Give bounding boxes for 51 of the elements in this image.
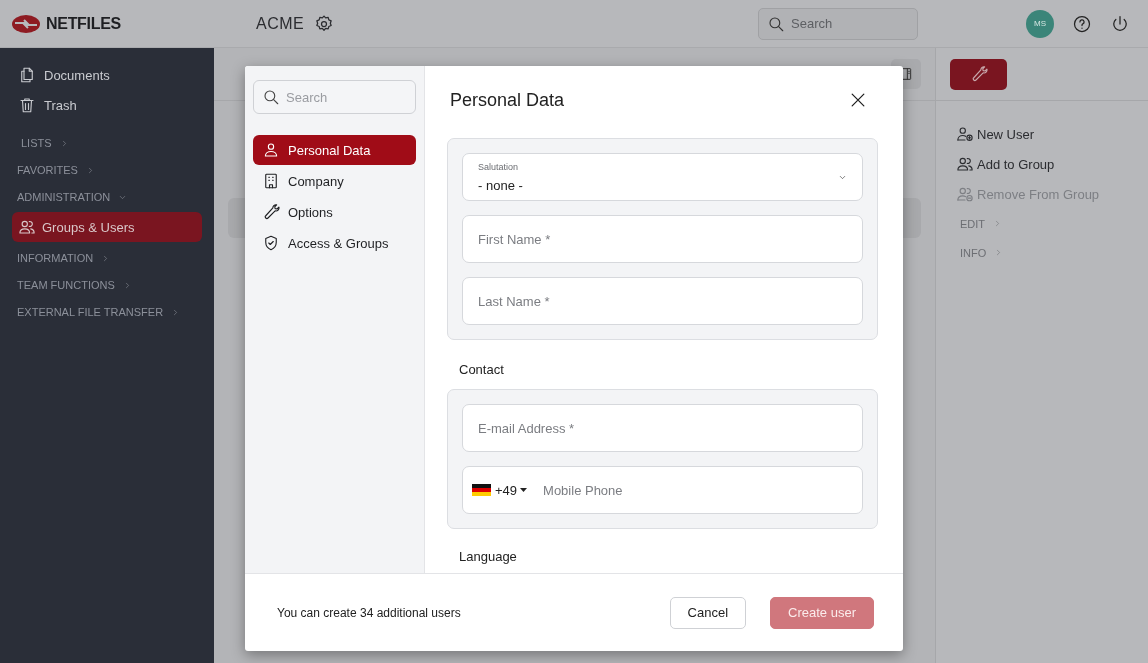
search-icon: [767, 14, 785, 33]
users-icon: [956, 155, 974, 173]
input-field[interactable]: E-mail Address *: [462, 404, 863, 452]
documents-icon: [18, 66, 36, 84]
country-code-dropdown[interactable]: +49: [495, 482, 528, 498]
logo-icon: [12, 14, 40, 33]
user-avatar[interactable]: MS: [1026, 9, 1054, 38]
section-header[interactable]: FAVORITES: [12, 157, 202, 183]
flag-icon: [472, 484, 491, 496]
section-header[interactable]: ADMINISTRATION: [12, 184, 202, 210]
nav-item[interactable]: Access & Groups: [253, 228, 416, 258]
caret-icon: [520, 487, 528, 493]
tools-button[interactable]: [950, 58, 1007, 90]
building-icon: [262, 172, 280, 190]
phone-input[interactable]: Mobile Phone: [541, 481, 847, 499]
section-heading: Contact: [458, 361, 505, 379]
section-heading: Language: [458, 548, 518, 565]
action-item[interactable]: New User: [956, 119, 1148, 149]
search-field[interactable]: Search: [253, 80, 416, 114]
action-item[interactable]: Add to Group: [956, 149, 1148, 179]
person-icon: [262, 141, 280, 159]
section-header[interactable]: TEAM FUNCTIONS: [12, 272, 202, 298]
input-field[interactable]: Last Name *: [462, 277, 863, 325]
settings-icon: [314, 13, 335, 34]
sidebar-item[interactable]: Groups & Users: [12, 212, 202, 242]
power-icon: [1110, 13, 1130, 34]
cancel-button[interactable]: Cancel: [669, 596, 747, 629]
wrench-icon: [262, 203, 280, 221]
dialog-title: Personal Data: [450, 89, 565, 111]
input-field[interactable]: First Name *: [462, 215, 863, 263]
nav-item[interactable]: Company: [253, 166, 416, 196]
sidebar-item[interactable]: Trash: [12, 90, 202, 120]
sidebar-item[interactable]: Documents: [12, 60, 202, 90]
logo-text: NETFILES: [46, 14, 121, 33]
search-icon: [262, 88, 280, 106]
phone-field[interactable]: +49 Mobile Phone: [462, 466, 863, 514]
trash-icon: [18, 96, 36, 114]
users-icon: [18, 218, 36, 236]
section-header[interactable]: LISTS: [12, 130, 202, 156]
nav-item[interactable]: Options: [253, 197, 416, 227]
user-plus-icon: [956, 125, 974, 143]
help-icon: [1072, 13, 1092, 34]
search-field[interactable]: Search: [758, 7, 918, 40]
users-minus-icon: [956, 185, 974, 203]
section-header[interactable]: INFORMATION: [12, 245, 202, 271]
salutation-select[interactable]: Salutation - none -: [462, 153, 863, 201]
section-header[interactable]: EXTERNAL FILE TRANSFER: [12, 299, 202, 325]
organization-name: ACME: [256, 14, 305, 33]
footer-note: You can create 34 additional users: [277, 605, 462, 620]
nav-item[interactable]: Personal Data: [253, 135, 416, 165]
shield-check-icon: [262, 234, 280, 252]
